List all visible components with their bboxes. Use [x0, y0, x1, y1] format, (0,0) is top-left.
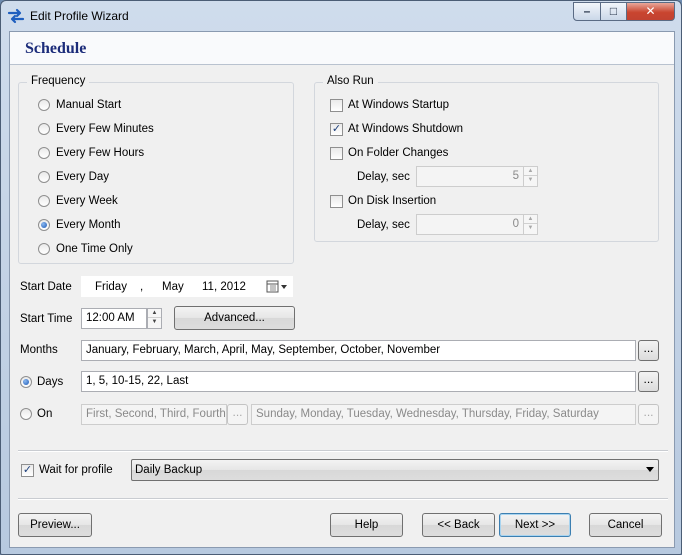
folder-delay-label: Delay, sec	[357, 171, 410, 183]
spin-down-icon[interactable]: ▼	[524, 176, 537, 185]
spin-down-icon[interactable]: ▼	[148, 318, 161, 327]
wait-for-profile-checkbox[interactable]: ✓	[21, 464, 34, 477]
on-folder-changes-checkbox[interactable]	[330, 147, 343, 160]
radio-every-few-hours[interactable]	[38, 147, 50, 159]
advanced-button[interactable]: Advanced...	[174, 306, 295, 330]
folder-delay-input[interactable]: 5	[416, 166, 524, 187]
close-button[interactable]: ✕	[626, 2, 675, 21]
calendar-icon[interactable]	[266, 280, 290, 294]
minimize-icon: –	[583, 4, 591, 18]
months-browse-button[interactable]: ...	[638, 340, 659, 361]
maximize-icon: □	[609, 4, 618, 18]
on-disk-insertion-checkbox[interactable]	[330, 195, 343, 208]
folder-delay-spinner[interactable]: ▲ ▼	[523, 166, 538, 187]
days-label: Days	[37, 376, 64, 388]
start-date-picker[interactable]: Friday , May 11, 2012	[81, 276, 293, 297]
window-title: Edit Profile Wizard	[30, 9, 129, 23]
radio-one-time-only[interactable]	[38, 243, 50, 255]
cancel-button[interactable]: Cancel	[589, 513, 662, 537]
separator-bottom	[18, 498, 668, 500]
help-button[interactable]: Help	[330, 513, 403, 537]
separator-top	[18, 450, 668, 452]
start-date-label: Start Date	[20, 281, 72, 293]
spin-up-icon[interactable]: ▲	[148, 309, 161, 318]
on-ordinals-input[interactable]: First, Second, Third, Fourth...	[81, 404, 227, 425]
disk-delay-label: Delay, sec	[357, 219, 410, 231]
header-band: Schedule	[10, 32, 674, 65]
days-input[interactable]: 1, 5, 10-15, 22, Last	[81, 371, 636, 392]
on-label: On	[37, 408, 53, 420]
close-icon: ✕	[645, 4, 656, 18]
disk-delay-spinner[interactable]: ▲ ▼	[523, 214, 538, 235]
back-button[interactable]: << Back	[422, 513, 495, 537]
radio-every-month[interactable]	[38, 219, 50, 231]
preview-button[interactable]: Preview...	[18, 513, 92, 537]
start-time-input[interactable]: 12:00 AM	[81, 308, 147, 329]
spin-up-icon[interactable]: ▲	[524, 215, 537, 224]
at-windows-shutdown-checkbox[interactable]: ✓	[330, 123, 343, 136]
page-title: Schedule	[25, 40, 87, 57]
on-radio[interactable]	[20, 408, 32, 420]
frequency-group: Frequency Manual Start Every Few Minutes…	[18, 75, 294, 264]
start-date-weekday[interactable]: Friday	[95, 279, 127, 295]
also-run-legend: Also Run	[323, 75, 378, 87]
days-radio[interactable]	[20, 376, 32, 388]
chevron-down-icon[interactable]	[646, 467, 654, 472]
days-browse-button[interactable]: ...	[638, 371, 659, 392]
radio-every-week[interactable]	[38, 195, 50, 207]
also-run-group: Also Run At Windows Startup ✓ At Windows…	[314, 75, 659, 242]
frequency-legend: Frequency	[27, 75, 90, 87]
next-button[interactable]: Next >>	[499, 513, 571, 537]
start-date-day-year[interactable]: 11, 2012	[202, 279, 246, 295]
minimize-button[interactable]: –	[573, 2, 601, 21]
on-weekdays-input[interactable]: Sunday, Monday, Tuesday, Wednesday, Thur…	[251, 404, 636, 425]
radio-every-day[interactable]	[38, 171, 50, 183]
months-label: Months	[20, 344, 58, 356]
maximize-button[interactable]: □	[600, 2, 627, 21]
radio-manual-start[interactable]	[38, 99, 50, 111]
start-date-month[interactable]: May	[162, 279, 184, 295]
start-time-spinner[interactable]: ▲ ▼	[147, 308, 162, 329]
spin-up-icon[interactable]: ▲	[524, 167, 537, 176]
months-input[interactable]: January, February, March, April, May, Se…	[81, 340, 636, 361]
wait-for-profile-dropdown[interactable]: Daily Backup	[131, 459, 659, 481]
start-date-separator: ,	[140, 281, 144, 293]
disk-delay-input[interactable]: 0	[416, 214, 524, 235]
wizard-client-area: Schedule Frequency Manual Start Every Fe…	[9, 31, 675, 548]
at-windows-startup-checkbox[interactable]	[330, 99, 343, 112]
radio-every-few-minutes[interactable]	[38, 123, 50, 135]
edit-profile-wizard-window: Edit Profile Wizard – □ ✕ Schedule Frequ…	[0, 0, 682, 555]
wait-for-profile-label: Wait for profile	[39, 464, 113, 476]
start-time-label: Start Time	[20, 313, 73, 325]
on-weekdays-browse-button[interactable]: ...	[638, 404, 659, 425]
title-bar[interactable]: Edit Profile Wizard – □ ✕	[1, 1, 681, 31]
spin-down-icon[interactable]: ▼	[524, 224, 537, 233]
sync-arrows-icon	[7, 8, 25, 24]
on-ordinals-browse-button[interactable]: ...	[227, 404, 248, 425]
